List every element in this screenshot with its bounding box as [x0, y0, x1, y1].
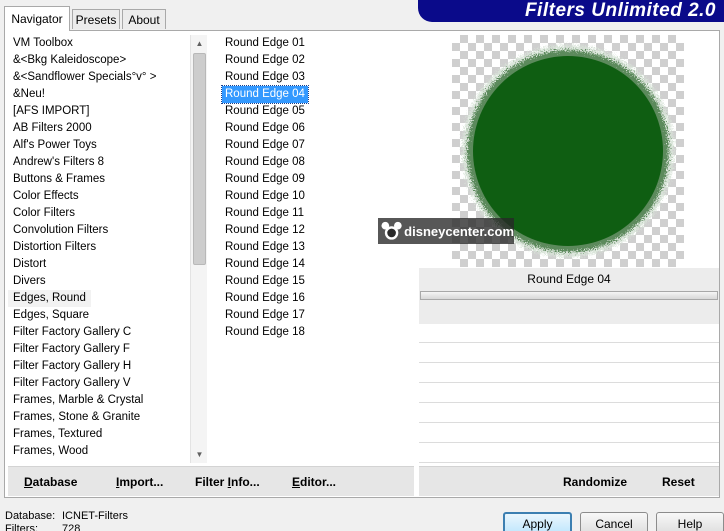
filter-item[interactable]: Round Edge 05 — [222, 103, 308, 120]
import-button[interactable]: Import... — [116, 475, 163, 489]
reset-button[interactable]: Reset — [662, 475, 695, 489]
parameter-row-divider — [419, 362, 719, 363]
mickey-logo-icon — [381, 221, 402, 240]
filter-item[interactable]: Round Edge 17 — [222, 307, 308, 324]
category-list[interactable]: VM Toolbox &<Bkg Kaleidoscope> &<Sandflowe… — [8, 35, 188, 463]
filter-item[interactable]: Round Edge 18 — [222, 324, 308, 341]
scroll-down-arrow-icon[interactable]: ▼ — [191, 446, 208, 463]
filter-item[interactable]: Round Edge 14 — [222, 256, 308, 273]
category-item[interactable]: Frames, Marble & Crystal — [8, 392, 148, 409]
current-filter-name: Round Edge 04 — [527, 272, 611, 286]
parameter-row-divider — [419, 402, 719, 403]
apply-button[interactable]: Apply — [503, 512, 572, 531]
tab-navigator[interactable]: Navigator — [4, 6, 70, 31]
filter-item[interactable]: Round Edge 08 — [222, 154, 308, 171]
category-item[interactable]: Filter Factory Gallery V — [8, 375, 136, 392]
parameter-row-divider — [419, 462, 719, 463]
category-item[interactable]: Distort — [8, 256, 51, 273]
parameter-area — [419, 324, 719, 464]
category-item[interactable]: Frames, Wood — [8, 443, 93, 460]
category-item[interactable]: Convolution Filters — [8, 222, 113, 239]
filter-item[interactable]: Round Edge 09 — [222, 171, 308, 188]
parameter-row-divider — [419, 422, 719, 423]
editor-button[interactable]: Editor... — [292, 475, 336, 489]
category-item[interactable]: &<Sandflower Specials°v° > — [8, 69, 161, 86]
category-item[interactable]: VM Toolbox — [8, 35, 78, 52]
preview-toolbar: Randomize Reset — [419, 466, 719, 496]
filter-item[interactable]: Round Edge 06 — [222, 120, 308, 137]
parameter-row-divider — [419, 382, 719, 383]
parameter-row-divider — [419, 342, 719, 343]
watermark: disneycenter.com — [378, 218, 514, 244]
filter-item[interactable]: Round Edge 12 — [222, 222, 308, 239]
category-item[interactable]: &<Bkg Kaleidoscope> — [8, 52, 131, 69]
banner-title: Filters Unlimited 2.0 — [524, 0, 716, 21]
filter-info-panel: Round Edge 04 — [419, 268, 719, 324]
category-item[interactable]: Divers — [8, 273, 51, 290]
category-item[interactable]: AB Filters 2000 — [8, 120, 97, 137]
randomize-button[interactable]: Randomize — [563, 475, 627, 489]
category-item[interactable]: Filter Factory Gallery F — [8, 341, 135, 358]
category-item[interactable]: &Neu! — [8, 86, 50, 103]
filter-item[interactable]: Round Edge 02 — [222, 52, 308, 69]
filter-item[interactable]: Round Edge 01 — [222, 35, 308, 52]
filter-item[interactable]: Round Edge 16 — [222, 290, 308, 307]
scroll-up-arrow-icon[interactable]: ▲ — [191, 35, 208, 52]
help-button[interactable]: Help — [656, 512, 724, 531]
filters-count-value: 728 — [62, 523, 81, 531]
filter-item[interactable]: Round Edge 10 — [222, 188, 308, 205]
category-item[interactable]: Andrew's Filters 8 — [8, 154, 109, 171]
filter-info-button[interactable]: Filter Info... — [195, 475, 260, 489]
category-item[interactable]: Frames, Stone & Granite — [8, 409, 145, 426]
database-value: ICNET-Filters — [62, 510, 128, 522]
tab-presets[interactable]: Presets — [72, 9, 120, 29]
scrollbar-thumb[interactable] — [193, 53, 206, 265]
filter-item[interactable]: Round Edge 07 — [222, 137, 308, 154]
category-item[interactable]: Filter Factory Gallery H — [8, 358, 136, 375]
category-item[interactable]: Distortion Filters — [8, 239, 101, 256]
navigator-toolbar: Database Import... Filter Info... Editor… — [8, 466, 414, 496]
filter-item[interactable]: Round Edge 04 — [221, 85, 309, 104]
filter-item[interactable]: Round Edge 15 — [222, 273, 308, 290]
filters-count-label: Filters: — [5, 523, 38, 531]
category-item[interactable]: Buttons & Frames — [8, 171, 110, 188]
filter-item[interactable]: Round Edge 11 — [222, 205, 307, 222]
category-item[interactable]: Color Filters — [8, 205, 80, 222]
category-item[interactable]: Color Effects — [8, 188, 84, 205]
category-item[interactable]: Filter Factory Gallery C — [8, 324, 136, 341]
tab-about[interactable]: About — [122, 9, 166, 29]
parameter-row-divider — [419, 442, 719, 443]
category-item[interactable]: Alf's Power Toys — [8, 137, 102, 154]
category-item[interactable]: Frames, Textured — [8, 426, 107, 443]
filter-item[interactable]: Round Edge 03 — [222, 69, 308, 86]
status-area: Database: ICNET-Filters Filters: 728 — [5, 510, 128, 531]
filter-item[interactable]: Round Edge 13 — [222, 239, 308, 256]
title-banner: Filters Unlimited 2.0 — [418, 0, 724, 22]
watermark-text: disneycenter.com — [404, 223, 514, 239]
database-button[interactable]: Database — [24, 475, 77, 489]
category-item[interactable]: Edges, Round — [8, 290, 91, 307]
category-item[interactable]: [AFS IMPORT] — [8, 103, 94, 120]
category-scrollbar[interactable]: ▲ ▼ — [190, 35, 207, 463]
cancel-button[interactable]: Cancel — [580, 512, 648, 531]
category-item[interactable]: Edges, Square — [8, 307, 94, 324]
progress-bar — [420, 291, 718, 300]
database-label: Database: — [5, 510, 56, 522]
